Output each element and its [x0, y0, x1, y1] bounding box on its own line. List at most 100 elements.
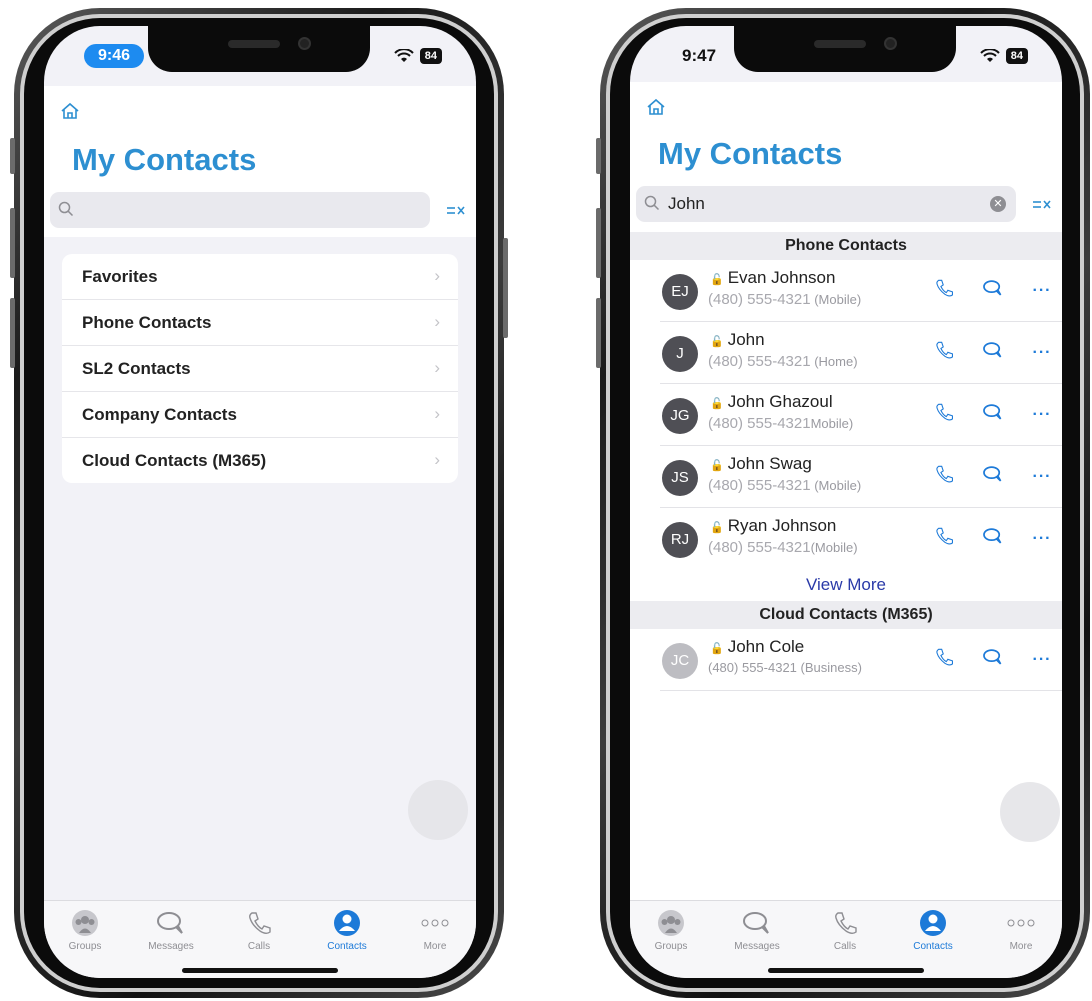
- contacts-category-list: Favorites › Phone Contacts › SL2 Contact…: [62, 254, 458, 483]
- more-options-icon[interactable]: ···: [1032, 282, 1052, 300]
- tab-calls[interactable]: Calls: [224, 909, 294, 952]
- message-icon[interactable]: [982, 341, 1004, 364]
- menu-item-phone-contacts[interactable]: Phone Contacts ›: [62, 300, 458, 346]
- view-more-link[interactable]: View More: [630, 569, 1062, 601]
- home-icon[interactable]: [646, 98, 666, 121]
- contact-row[interactable]: JC 🔓 John Cole (480) 555-4321 (Business) …: [660, 629, 1062, 691]
- tab-label: More: [1009, 941, 1033, 952]
- more-options-icon[interactable]: ···: [1032, 406, 1052, 424]
- search-icon: [644, 195, 660, 216]
- more-options-icon[interactable]: ···: [1032, 344, 1052, 362]
- status-icons: 84: [980, 48, 1028, 64]
- filter-clear-icon[interactable]: [1032, 196, 1052, 217]
- contact-actions: ···: [934, 402, 1052, 427]
- menu-item-label: Company Contacts: [82, 405, 237, 424]
- tab-more[interactable]: More: [400, 909, 470, 952]
- volume-down-button: [10, 298, 15, 368]
- home-indicator: [768, 968, 924, 973]
- contact-row[interactable]: JS 🔓 John Swag (480) 555-4321 (Mobile) ··…: [660, 446, 1062, 508]
- contact-row[interactable]: EJ 🔓 Evan Johnson (480) 555-4321 (Mobile)…: [660, 260, 1062, 322]
- volume-down-button: [596, 298, 601, 368]
- search-results: Phone Contacts EJ 🔓 Evan Johnson (480) 55…: [630, 232, 1062, 900]
- contact-name: Ryan Johnson: [727, 516, 837, 535]
- screen: 9:47 84 My Contacts John ✕ Phone Contact…: [630, 26, 1062, 978]
- lock-icon: 🔓: [710, 643, 724, 655]
- contact-phone-line: (480) 555-4321 (Home): [708, 353, 858, 370]
- tab-contacts[interactable]: Contacts: [312, 909, 382, 952]
- top-bar: [630, 82, 1062, 131]
- call-icon[interactable]: [934, 464, 954, 489]
- tab-label: Groups: [654, 941, 688, 952]
- call-icon[interactable]: [934, 340, 954, 365]
- contact-phone-line: (480) 555-4321 (Business): [708, 660, 862, 675]
- call-icon[interactable]: [934, 278, 954, 303]
- contacts-icon: [312, 909, 382, 937]
- chevron-right-icon: ›: [434, 450, 440, 469]
- search-text: John: [668, 194, 705, 213]
- status-icons: 84: [394, 48, 442, 64]
- filter-clear-icon[interactable]: [446, 202, 466, 223]
- menu-item-favorites[interactable]: Favorites ›: [62, 254, 458, 300]
- floating-action-button[interactable]: [408, 780, 468, 840]
- contact-phone-type: (Mobile): [814, 292, 862, 307]
- contact-row[interactable]: RJ 🔓 Ryan Johnson (480) 555-4321(Mobile) …: [660, 508, 1062, 569]
- contact-actions: ···: [934, 647, 1052, 672]
- chevron-right-icon: ›: [434, 266, 440, 285]
- contact-row[interactable]: JG 🔓 John Ghazoul (480) 555-4321Mobile) ·…: [660, 384, 1062, 446]
- contact-phone-line: (480) 555-4321(Mobile): [708, 539, 858, 556]
- message-icon[interactable]: [982, 648, 1004, 671]
- tab-label: Contacts: [327, 941, 367, 952]
- tab-bar: Groups Messages Calls Contacts More: [630, 900, 1062, 978]
- message-icon[interactable]: [982, 279, 1004, 302]
- floating-action-button[interactable]: [1000, 782, 1060, 842]
- camera: [298, 37, 311, 50]
- search-input[interactable]: [50, 192, 430, 228]
- contact-actions: ···: [934, 340, 1052, 365]
- tab-messages[interactable]: Messages: [722, 909, 792, 952]
- tab-groups[interactable]: Groups: [636, 909, 706, 952]
- contact-name: John Cole: [727, 637, 805, 656]
- more-options-icon[interactable]: ···: [1032, 651, 1052, 669]
- menu-item-sl2-contacts[interactable]: SL2 Contacts ›: [62, 346, 458, 392]
- status-time: 9:47: [682, 46, 717, 65]
- call-icon[interactable]: [934, 526, 954, 551]
- contact-phone: (480) 555-4321: [708, 539, 811, 556]
- lock-icon: 🔓: [710, 274, 724, 286]
- menu-item-company-contacts[interactable]: Company Contacts ›: [62, 392, 458, 438]
- message-icon[interactable]: [982, 465, 1004, 488]
- contact-phone: (480) 555-4321: [708, 415, 811, 432]
- tab-calls[interactable]: Calls: [810, 909, 880, 952]
- clear-search-icon[interactable]: ✕: [990, 196, 1006, 212]
- contact-actions: ···: [934, 464, 1052, 489]
- contact-actions: ···: [934, 278, 1052, 303]
- more-options-icon[interactable]: ···: [1032, 468, 1052, 486]
- message-icon[interactable]: [982, 403, 1004, 426]
- call-icon[interactable]: [934, 647, 954, 672]
- more-icon: [986, 909, 1056, 937]
- lock-icon: 🔓: [710, 398, 724, 410]
- page-title: My Contacts: [658, 136, 843, 171]
- top-bar: [44, 86, 476, 135]
- tab-groups[interactable]: Groups: [50, 909, 120, 952]
- tab-messages[interactable]: Messages: [136, 909, 206, 952]
- menu-item-cloud-contacts[interactable]: Cloud Contacts (M365) ›: [62, 438, 458, 483]
- avatar: JC: [662, 643, 698, 679]
- tab-label: Calls: [833, 941, 857, 952]
- more-options-icon[interactable]: ···: [1032, 530, 1052, 548]
- contact-row[interactable]: J 🔓 John (480) 555-4321 (Home) ···: [660, 322, 1062, 384]
- chevron-right-icon: ›: [434, 358, 440, 377]
- message-icon[interactable]: [982, 527, 1004, 550]
- avatar: JS: [662, 460, 698, 496]
- search-input[interactable]: John ✕: [636, 186, 1016, 222]
- phone-icon: [224, 909, 294, 937]
- tab-contacts[interactable]: Contacts: [898, 909, 968, 952]
- home-icon[interactable]: [60, 102, 80, 125]
- call-icon[interactable]: [934, 402, 954, 427]
- tab-more[interactable]: More: [986, 909, 1056, 952]
- menu-item-label: Cloud Contacts (M365): [82, 451, 267, 470]
- contact-name: John Swag: [727, 454, 812, 473]
- groups-icon: [636, 909, 706, 937]
- phone-right: 9:47 84 My Contacts John ✕ Phone Contact…: [596, 8, 1090, 998]
- contact-phone-line: (480) 555-4321 (Mobile): [708, 477, 861, 494]
- avatar: J: [662, 336, 698, 372]
